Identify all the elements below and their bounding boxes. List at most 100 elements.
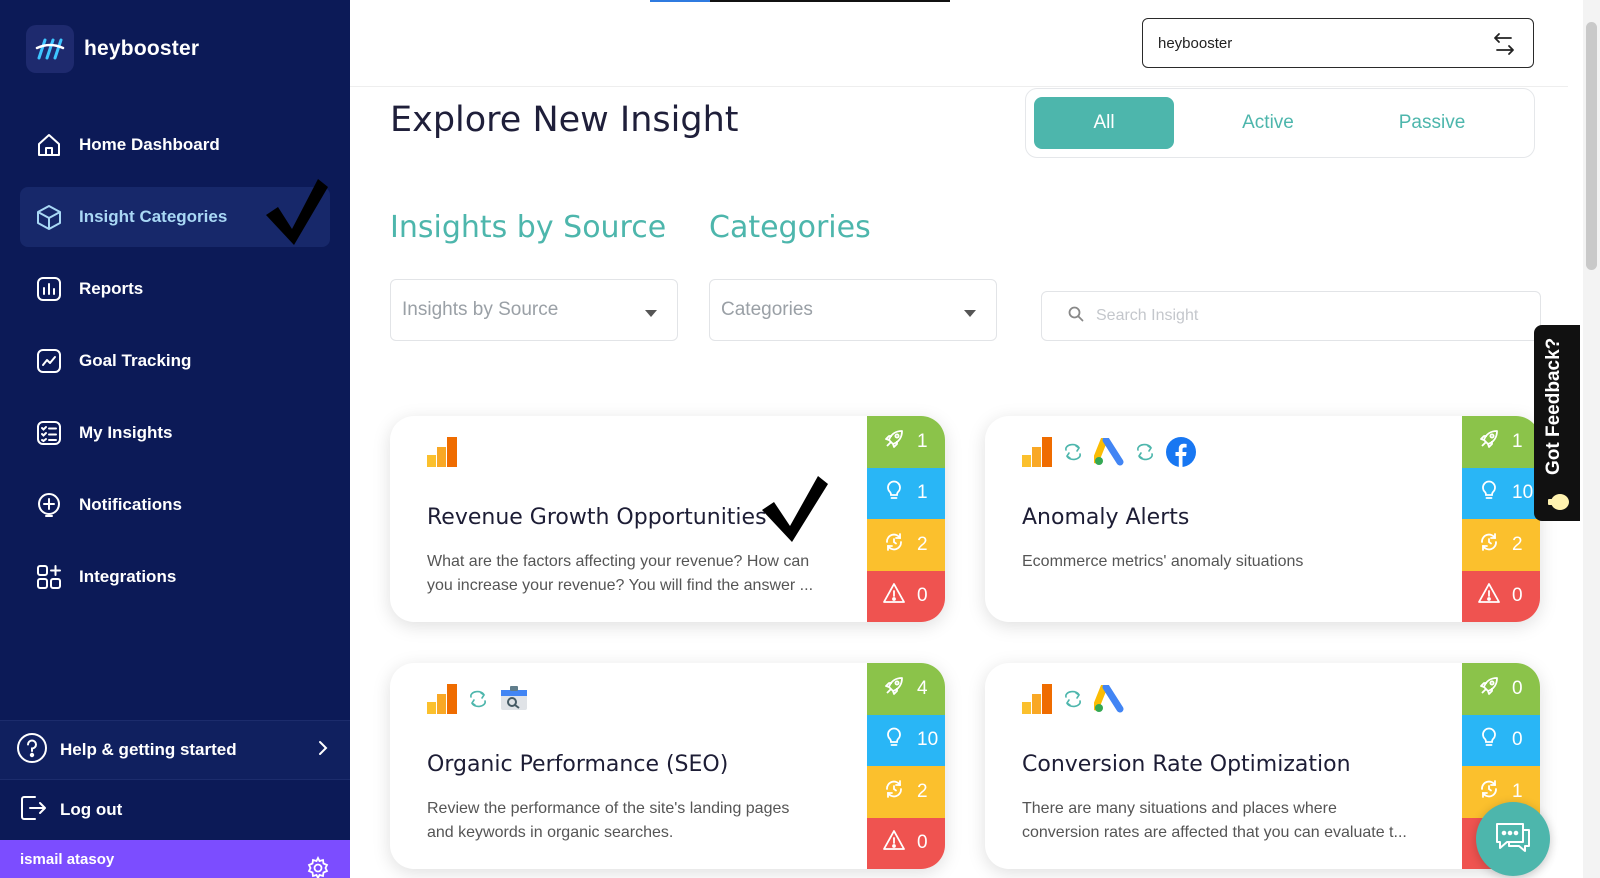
question-icon (16, 732, 48, 769)
categories-section-label: Categories (709, 210, 871, 245)
card-description: What are the factors affecting your reve… (427, 550, 837, 598)
refresh-clock-icon (1478, 778, 1500, 806)
stat-recurring[interactable]: 2 (867, 766, 945, 818)
stat-tips[interactable]: 0 (1462, 714, 1540, 766)
feedback-tab[interactable]: Got Feedback? (1534, 325, 1580, 521)
categories-dropdown[interactable]: Categories (709, 279, 997, 341)
chat-bubble-icon (1493, 820, 1533, 859)
search-box[interactable] (1041, 291, 1541, 341)
user-bar[interactable]: ismail atasoy (0, 840, 350, 878)
swap-arrows-icon[interactable] (1489, 29, 1519, 63)
organization-value: heybooster (1158, 34, 1233, 52)
card-description-line: Ecommerce metrics' anomaly situations (1022, 553, 1304, 570)
categories-dropdown-placeholder: Categories (721, 299, 813, 320)
cube-icon (34, 202, 64, 232)
stat-alerts[interactable]: 0 (867, 570, 945, 622)
checklist-icon (34, 418, 64, 448)
sync-arrows-icon (467, 688, 489, 710)
facebook-icon (1166, 437, 1196, 467)
chat-button[interactable] (1476, 802, 1550, 876)
source-section-label: Insights by Source (390, 210, 667, 245)
stat-opportunities[interactable]: 4 (867, 663, 945, 715)
sidebar-item-reports[interactable]: Reports (20, 259, 330, 319)
card-source-icons (427, 434, 467, 470)
lightbulb-icon (1478, 726, 1500, 754)
top-progress-line (650, 0, 950, 2)
rocket-icon (883, 675, 905, 703)
sync-arrows-icon (1134, 441, 1156, 463)
insight-card-anomaly-alerts[interactable]: Anomaly Alerts Ecommerce metrics' anomal… (985, 416, 1540, 622)
sidebar-item-label: Notifications (79, 495, 182, 514)
sidebar-item-home-dashboard[interactable]: Home Dashboard (20, 115, 330, 175)
logout-icon (18, 793, 48, 828)
logout-button[interactable]: Log out (0, 780, 350, 840)
feedback-label: Got Feedback? (1543, 337, 1564, 475)
card-description: There are many situations and places whe… (1022, 797, 1432, 845)
home-icon (34, 130, 64, 160)
rocket-icon (1478, 675, 1500, 703)
stat-recurring[interactable]: 2 (1462, 519, 1540, 571)
card-stats: 1 10 2 0 (1462, 416, 1540, 622)
sidebar-bottom: Help & getting started Log out (0, 720, 350, 840)
stat-tips[interactable]: 1 (867, 467, 945, 519)
tab-all[interactable]: All (1034, 97, 1174, 149)
lightbulb-icon (883, 726, 905, 754)
sidebar-item-notifications[interactable]: Notifications (20, 475, 330, 535)
bar-chart-icon (34, 274, 64, 304)
card-title: Conversion Rate Optimization (1022, 752, 1351, 777)
tab-passive[interactable]: Passive (1362, 97, 1502, 149)
apps-plus-icon (34, 562, 64, 592)
stat-alerts[interactable]: 0 (867, 817, 945, 869)
chevron-right-icon (318, 740, 328, 761)
stat-opportunities[interactable]: 0 (1462, 663, 1540, 715)
sidebar-item-goal-tracking[interactable]: Goal Tracking (20, 331, 330, 391)
search-console-icon (499, 684, 529, 714)
stat-opportunities[interactable]: 1 (1462, 416, 1540, 468)
card-description-line: and keywords in organic searches. (427, 824, 674, 841)
stat-tips[interactable]: 10 (1462, 467, 1540, 519)
tab-active[interactable]: Active (1198, 97, 1338, 149)
help-label: Help & getting started (60, 740, 237, 759)
caret-down-icon (645, 310, 657, 317)
rocket-icon (1478, 428, 1500, 456)
search-icon (1068, 306, 1084, 327)
lightbulb-icon (1546, 491, 1570, 518)
source-dropdown[interactable]: Insights by Source (390, 279, 678, 341)
insight-card-conversion-rate[interactable]: Conversion Rate Optimization There are m… (985, 663, 1540, 869)
insight-card-revenue-growth[interactable]: Revenue Growth Opportunities What are th… (390, 416, 945, 622)
organization-selector[interactable]: heybooster (1142, 18, 1534, 68)
stat-tips[interactable]: 10 (867, 714, 945, 766)
trend-chart-icon (34, 346, 64, 376)
card-description: Review the performance of the site's lan… (427, 797, 837, 845)
help-getting-started-button[interactable]: Help & getting started (0, 720, 350, 780)
card-title: Anomaly Alerts (1022, 505, 1190, 530)
google-ads-icon (1094, 685, 1124, 713)
brand[interactable]: heybooster (26, 25, 199, 73)
sidebar-item-label: Reports (79, 279, 144, 298)
sidebar-item-integrations[interactable]: Integrations (20, 547, 330, 607)
gear-icon[interactable] (306, 855, 330, 878)
stat-alerts[interactable]: 0 (1462, 570, 1540, 622)
user-name: ismail atasoy (20, 850, 115, 868)
sidebar-item-insight-categories[interactable]: Insight Categories (20, 179, 330, 247)
card-stats: 1 1 2 0 (867, 416, 945, 622)
insight-card-organic-performance[interactable]: Organic Performance (SEO) Review the per… (390, 663, 945, 869)
brand-name: heybooster (84, 37, 200, 60)
sidebar-item-my-insights[interactable]: My Insights (20, 403, 330, 463)
card-source-icons (427, 681, 539, 717)
sidebar-item-label: My Insights (79, 423, 173, 442)
checkmark-annotation-icon (266, 179, 328, 245)
stat-recurring[interactable]: 2 (867, 519, 945, 571)
lightbulb-icon (883, 479, 905, 507)
refresh-clock-icon (883, 531, 905, 559)
card-source-icons (1022, 434, 1206, 470)
search-input[interactable] (1096, 307, 1496, 325)
checkmark-annotation-icon (762, 476, 828, 542)
google-analytics-icon (1022, 684, 1052, 714)
page-scrollbar[interactable] (1583, 0, 1600, 878)
scrollbar-thumb[interactable] (1586, 22, 1597, 270)
stat-opportunities[interactable]: 1 (867, 416, 945, 468)
lightbulb-icon (1478, 479, 1500, 507)
refresh-clock-icon (883, 778, 905, 806)
card-description-line: Review the performance of the site's lan… (427, 800, 790, 817)
